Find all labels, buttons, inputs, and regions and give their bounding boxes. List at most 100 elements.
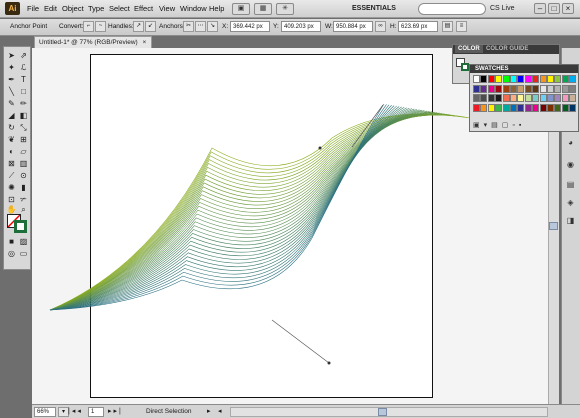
control-menu-icon[interactable]: ≡: [456, 21, 467, 32]
swatch[interactable]: [502, 84, 510, 93]
swatch-libraries-icon[interactable]: ▣: [473, 122, 484, 129]
tab-swatches[interactable]: SWATCHES: [472, 65, 512, 73]
swatch[interactable]: [539, 84, 547, 93]
lasso-tool-icon[interactable]: ℒ: [18, 62, 29, 73]
swatch[interactable]: [569, 84, 577, 93]
hide-handles-icon[interactable]: ↙: [145, 21, 156, 32]
menu-select[interactable]: Select: [109, 4, 130, 13]
pencil-tool-icon[interactable]: ✏: [18, 98, 29, 109]
x-field[interactable]: 369.442 px: [230, 21, 270, 32]
document-tab[interactable]: Untitled-1* @ 77% (RGB/Preview) ×: [34, 36, 152, 48]
swatch[interactable]: [502, 103, 510, 112]
help-search-input[interactable]: [418, 3, 486, 15]
swatch[interactable]: [495, 94, 503, 102]
transform-icon[interactable]: ▤: [442, 21, 453, 32]
swatch[interactable]: [480, 84, 488, 93]
swatch[interactable]: [561, 84, 569, 93]
swatch[interactable]: [517, 103, 525, 112]
swatch[interactable]: [547, 75, 554, 83]
symbol-sprayer-icon[interactable]: ✺: [6, 182, 17, 193]
remove-anchor-icon[interactable]: ✂: [183, 21, 194, 32]
y-field[interactable]: 409.203 px: [281, 21, 321, 32]
show-handles-icon[interactable]: ↗: [133, 21, 144, 32]
pen-tool-icon[interactable]: ✒: [6, 74, 17, 85]
artboard-nav-next[interactable]: ▸▸|: [108, 407, 123, 415]
magic-wand-icon[interactable]: ✦: [6, 62, 17, 73]
screen-mode-icon[interactable]: ▭: [18, 248, 29, 259]
convert-smooth-icon[interactable]: ~: [95, 21, 106, 32]
swatch[interactable]: [554, 94, 562, 102]
draw-normal-icon[interactable]: ◎: [6, 248, 17, 259]
swatch[interactable]: [539, 103, 547, 112]
menu-help[interactable]: Help: [209, 4, 224, 13]
swatch[interactable]: [473, 84, 480, 93]
page-field[interactable]: 1: [88, 407, 104, 417]
graphic-styles-icon[interactable]: ◉: [564, 158, 577, 171]
close-tab-icon[interactable]: ×: [143, 39, 147, 46]
menu-effect[interactable]: Effect: [134, 4, 153, 13]
scale-tool-icon[interactable]: ⤡: [18, 122, 29, 133]
menu-view[interactable]: View: [159, 4, 175, 13]
swatch[interactable]: [502, 75, 510, 83]
swatch[interactable]: [569, 75, 577, 83]
show-kinds-icon[interactable]: ▾: [484, 122, 492, 129]
swatch[interactable]: [495, 103, 503, 112]
mesh-tool-icon[interactable]: ⊠: [6, 158, 17, 169]
swatch[interactable]: [561, 94, 569, 102]
color-mode-icon[interactable]: ■: [6, 236, 17, 247]
h-field[interactable]: 623.69 px: [398, 21, 438, 32]
swatch[interactable]: [487, 75, 495, 83]
blob-brush-icon[interactable]: ◢: [6, 110, 17, 121]
stroke-panel-icon[interactable]: ▤: [564, 178, 577, 191]
vertical-scroll-thumb[interactable]: [549, 222, 558, 230]
swatch[interactable]: [517, 84, 525, 93]
swatch[interactable]: [480, 103, 488, 112]
swatch[interactable]: [487, 103, 495, 112]
swatch[interactable]: [569, 94, 577, 102]
swatch[interactable]: [554, 103, 562, 112]
swatch[interactable]: [517, 75, 525, 83]
swatch[interactable]: [495, 75, 503, 83]
swatch[interactable]: [517, 94, 525, 102]
swatch[interactable]: [510, 103, 517, 112]
swatch[interactable]: [473, 103, 480, 112]
new-group-icon[interactable]: ▢: [502, 122, 513, 129]
swatch[interactable]: [561, 103, 569, 112]
status-menu-icon[interactable]: ▸: [207, 407, 211, 415]
warp-tool-icon[interactable]: ❦: [6, 134, 17, 145]
cut-path-icon[interactable]: ↘: [207, 21, 218, 32]
swatch[interactable]: [524, 94, 532, 102]
arrange-documents-icon[interactable]: ▦: [254, 3, 272, 15]
menu-edit[interactable]: Edit: [44, 4, 57, 13]
menu-window[interactable]: Window: [180, 4, 207, 13]
selection-tool-icon[interactable]: ➤: [6, 50, 17, 61]
perspective-grid-icon[interactable]: ▱: [18, 146, 29, 157]
close-icon[interactable]: ×: [562, 3, 574, 14]
menu-type[interactable]: Type: [88, 4, 104, 13]
swatch[interactable]: [532, 84, 540, 93]
swatch[interactable]: [547, 84, 554, 93]
current-tool-status[interactable]: Direct Selection: [146, 408, 192, 415]
connect-anchor-icon[interactable]: ⋯: [195, 21, 206, 32]
swatch[interactable]: [502, 94, 510, 102]
artboard-nav-prev[interactable]: |◂◂: [68, 407, 83, 415]
swatch[interactable]: [547, 103, 554, 112]
panel-stroke-swatch[interactable]: [461, 63, 469, 71]
swatch[interactable]: [480, 75, 488, 83]
swatch[interactable]: [539, 75, 547, 83]
tab-color[interactable]: COLOR: [455, 45, 483, 53]
swatch[interactable]: [473, 75, 480, 83]
direct-selection-tool-icon[interactable]: ⇗: [18, 50, 29, 61]
swatch[interactable]: [532, 75, 540, 83]
swatch-options-icon[interactable]: ▤: [491, 122, 502, 129]
delete-swatch-icon[interactable]: ▪: [519, 122, 525, 129]
swatch[interactable]: [569, 103, 577, 112]
artboards-icon[interactable]: ◨: [564, 214, 577, 227]
eraser-tool-icon[interactable]: ◧: [18, 110, 29, 121]
blend-tool-icon[interactable]: ⊙: [18, 170, 29, 181]
tab-color-guide[interactable]: COLOR GUIDE: [483, 45, 531, 53]
swatch[interactable]: [532, 103, 540, 112]
gradient-mode-icon[interactable]: ▨: [18, 236, 29, 247]
rectangle-tool-icon[interactable]: □: [18, 86, 29, 97]
line-tool-icon[interactable]: ╲: [6, 86, 17, 97]
